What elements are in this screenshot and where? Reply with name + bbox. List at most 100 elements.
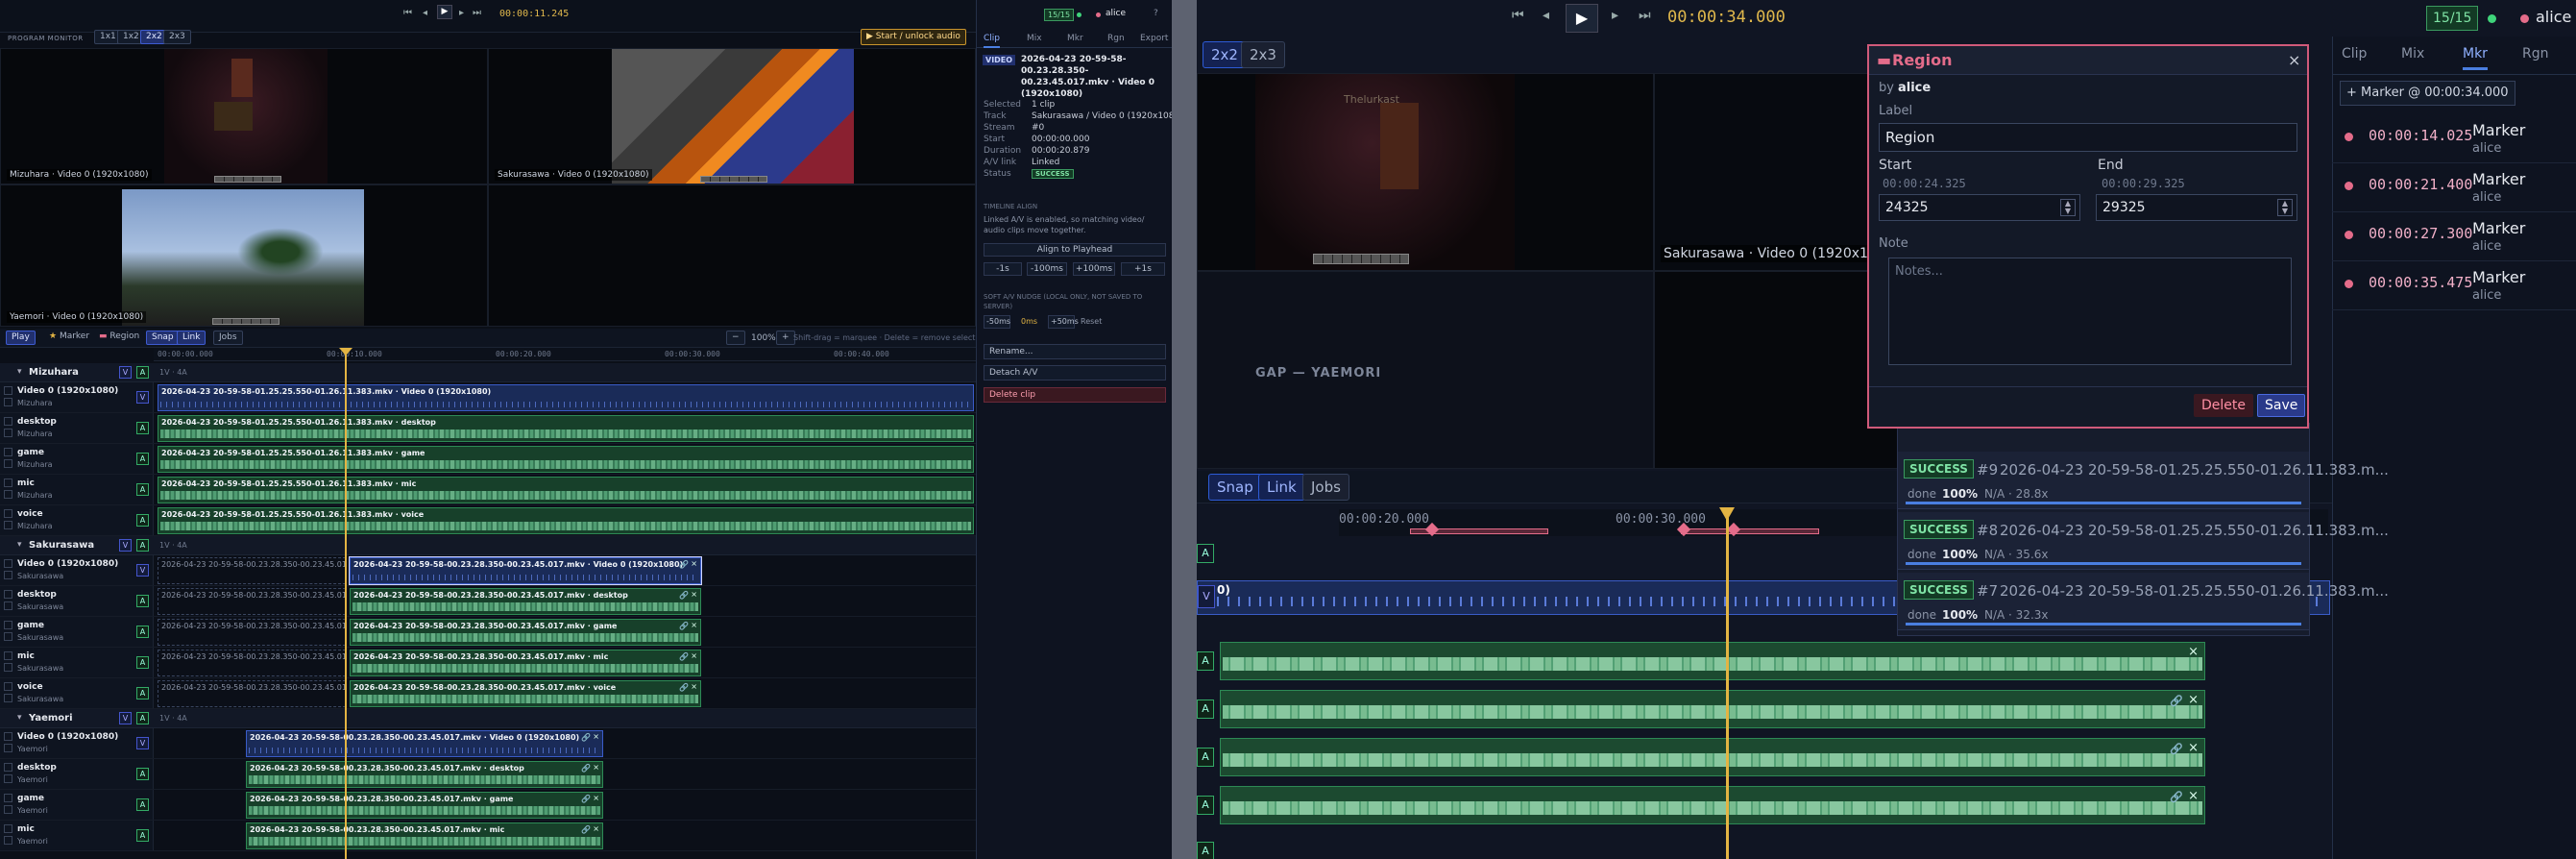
track-header[interactable]: Video 0 (1920x1080) Yaemori V bbox=[0, 728, 154, 758]
snap-toggle[interactable]: Snap bbox=[146, 331, 180, 345]
monitor-tile-mizuhara[interactable]: Mizuhara · Video 0 (1920x1080) bbox=[0, 48, 488, 184]
track-header[interactable]: game Yaemori A bbox=[0, 790, 154, 820]
mute-icon[interactable] bbox=[4, 429, 12, 437]
link-icon[interactable]: 🔗 bbox=[679, 622, 689, 630]
lock-icon[interactable] bbox=[4, 386, 12, 395]
layout-2x3-button[interactable]: 2x3 bbox=[1241, 41, 1285, 68]
mute-icon[interactable] bbox=[4, 632, 12, 641]
lock-icon[interactable] bbox=[4, 763, 12, 772]
track-header[interactable]: mic Sakurasawa A bbox=[0, 648, 154, 677]
tab-clip[interactable]: Clip bbox=[984, 34, 1000, 48]
label-input[interactable]: Region bbox=[1879, 123, 2297, 152]
close-icon[interactable]: × bbox=[593, 763, 599, 772]
track-header[interactable]: game Mizuhara A bbox=[0, 444, 154, 474]
region-marker-bar[interactable] bbox=[1681, 528, 1819, 534]
mute-icon[interactable] bbox=[4, 571, 12, 579]
spinner-icon[interactable]: ▲ ▼ bbox=[2277, 199, 2293, 216]
timeline-clip[interactable]: 2026-04-23 20-59-58-00.23.28.350-00.23.4… bbox=[350, 680, 701, 707]
track-header[interactable]: Video 0 (1920x1080) Mizuhara V bbox=[0, 382, 154, 412]
splitter[interactable] bbox=[1172, 0, 1197, 859]
mute-icon[interactable] bbox=[4, 459, 12, 468]
close-icon[interactable]: × bbox=[2188, 645, 2199, 659]
mute-icon[interactable] bbox=[4, 744, 12, 752]
track-header[interactable]: mic Mizuhara A bbox=[0, 475, 154, 504]
lock-icon[interactable] bbox=[4, 794, 12, 802]
add-marker-button[interactable]: + Marker @ 00:00:34.000 bbox=[2340, 81, 2515, 106]
link-icon[interactable]: 🔗 bbox=[2170, 695, 2183, 707]
start-audio-button[interactable]: ▶ Start / unlock audio bbox=[861, 29, 966, 45]
lock-icon[interactable] bbox=[4, 590, 12, 599]
close-icon[interactable]: × bbox=[2288, 51, 2300, 69]
link-icon[interactable]: 🔗 bbox=[679, 560, 689, 569]
nudge-minus-1s[interactable]: -1s bbox=[984, 262, 1022, 276]
time-ruler[interactable]: 00:00:00.000 00:00:10.000 00:00:20.000 0… bbox=[154, 348, 976, 361]
collapse-icon[interactable]: ▾ bbox=[17, 713, 22, 723]
mute-icon[interactable] bbox=[4, 601, 12, 610]
timeline-clip[interactable]: 2026-04-23 20-59-58-00.23.28.350-00.23.4… bbox=[350, 650, 701, 676]
track-header[interactable]: desktop Mizuhara A bbox=[0, 413, 154, 443]
align-playhead-button[interactable]: Align to Playhead bbox=[984, 243, 1166, 257]
mute-icon[interactable] bbox=[4, 663, 12, 672]
monitor-tile-yaemori[interactable]: Yaemori · Video 0 (1920x1080) bbox=[0, 184, 488, 327]
collapse-icon[interactable]: ▾ bbox=[17, 540, 22, 550]
timeline-clip[interactable]: 2026-04-23 20-59-58-01.25.25.550-01.26.1… bbox=[158, 415, 974, 442]
add-marker-button[interactable]: ★ Marker bbox=[44, 331, 94, 345]
mute-icon[interactable] bbox=[4, 694, 12, 702]
note-textarea[interactable]: Notes... bbox=[1888, 258, 2292, 365]
mute-icon[interactable] bbox=[4, 490, 12, 499]
link-toggle[interactable]: Link bbox=[1258, 474, 1305, 501]
link-icon[interactable]: 🔗 bbox=[581, 764, 591, 773]
ghost-clip[interactable]: 2026-04-23 20-59-58-00.23.28.350-00.23.4… bbox=[158, 619, 346, 646]
start-ms-stepper[interactable]: 24325 ▲ ▼ bbox=[1879, 194, 2080, 221]
close-icon[interactable]: × bbox=[2188, 693, 2199, 707]
ghost-clip[interactable]: 2026-04-23 20-59-58-00.23.28.350-00.23.4… bbox=[158, 650, 346, 676]
timeline-clip[interactable]: 2026-04-23 20-59-58-00.23.28.350-00.23.4… bbox=[246, 822, 603, 849]
layout-2x3-button[interactable]: 2x3 bbox=[163, 30, 191, 44]
link-icon[interactable]: 🔗 bbox=[679, 652, 689, 661]
jobs-button[interactable]: Jobs bbox=[1302, 474, 1349, 501]
skip-end-icon[interactable]: ⏭ bbox=[473, 8, 481, 18]
marker-row[interactable]: 00:00:21.400 Marker alice bbox=[2332, 162, 2576, 212]
mute-icon[interactable] bbox=[4, 805, 12, 814]
close-icon[interactable]: × bbox=[593, 824, 599, 833]
video-toggle[interactable]: V bbox=[119, 712, 132, 724]
lock-icon[interactable] bbox=[4, 509, 12, 518]
detach-av-button[interactable]: Detach A/V bbox=[984, 365, 1166, 380]
step-forward-icon[interactable]: ▸ bbox=[1612, 8, 1618, 23]
timeline-clip[interactable]: 2026-04-23 20-59-58-01.25.25.550-01.26.1… bbox=[158, 507, 974, 534]
marker-row[interactable]: 00:00:35.475 Marker alice bbox=[2332, 260, 2576, 310]
marker-row[interactable]: 00:00:27.300 Marker alice bbox=[2332, 211, 2576, 261]
marker-time[interactable]: 00:00:21.400 bbox=[2369, 176, 2472, 193]
tab-markers[interactable]: Mkr bbox=[1067, 34, 1083, 43]
lock-icon[interactable] bbox=[4, 559, 12, 568]
mute-icon[interactable] bbox=[4, 836, 12, 845]
lock-icon[interactable] bbox=[4, 651, 12, 660]
delete-clip-button[interactable]: Delete clip bbox=[984, 387, 1166, 403]
mute-icon[interactable] bbox=[4, 521, 12, 529]
zoom-out-button[interactable]: − bbox=[726, 331, 745, 345]
playhead[interactable] bbox=[345, 348, 347, 859]
spinner-icon[interactable]: ▲ ▼ bbox=[2060, 199, 2076, 216]
mute-icon[interactable] bbox=[4, 774, 12, 783]
timeline-clip[interactable]: 2026-04-23 20-59-58-01.25.25.550-01.26.1… bbox=[158, 446, 974, 473]
add-region-button[interactable]: ▬ Region bbox=[94, 331, 144, 345]
link-icon[interactable]: 🔗 bbox=[581, 733, 591, 742]
job-item[interactable]: SUCCESS #9 2026-04-23 20-59-58-01.25.25.55… bbox=[1898, 452, 2389, 509]
job-item[interactable]: SUCCESS #8 2026-04-23 20-59-58-01.25.25.55… bbox=[1898, 512, 2389, 570]
track-header[interactable]: desktop Yaemori A bbox=[0, 759, 154, 789]
tab-clip[interactable]: Clip bbox=[2342, 46, 2367, 61]
jobs-button[interactable]: Jobs bbox=[213, 331, 243, 345]
track-header[interactable]: desktop Sakurasawa A bbox=[0, 586, 154, 616]
job-item[interactable]: SUCCESS #7 2026-04-23 20-59-58-01.25.25.55… bbox=[1898, 573, 2389, 630]
soft-reset-button[interactable]: Reset bbox=[1081, 317, 1102, 326]
link-toggle[interactable]: Link bbox=[177, 331, 207, 345]
track-header[interactable]: Video 0 (1920x1080) Sakurasawa V bbox=[0, 555, 154, 585]
lock-icon[interactable] bbox=[4, 479, 12, 487]
tab-regions[interactable]: Rgn bbox=[1107, 34, 1125, 43]
rename-button[interactable]: Rename... bbox=[984, 344, 1166, 359]
tab-mix[interactable]: Mix bbox=[2401, 46, 2424, 61]
link-icon[interactable]: 🔗 bbox=[581, 825, 591, 834]
save-region-button[interactable]: Save bbox=[2257, 394, 2306, 417]
timeline-clip[interactable]: 2026-04-23 20-59-58-01.25.25.550-01.26.1… bbox=[158, 477, 974, 503]
link-icon[interactable]: 🔗 bbox=[679, 591, 689, 600]
